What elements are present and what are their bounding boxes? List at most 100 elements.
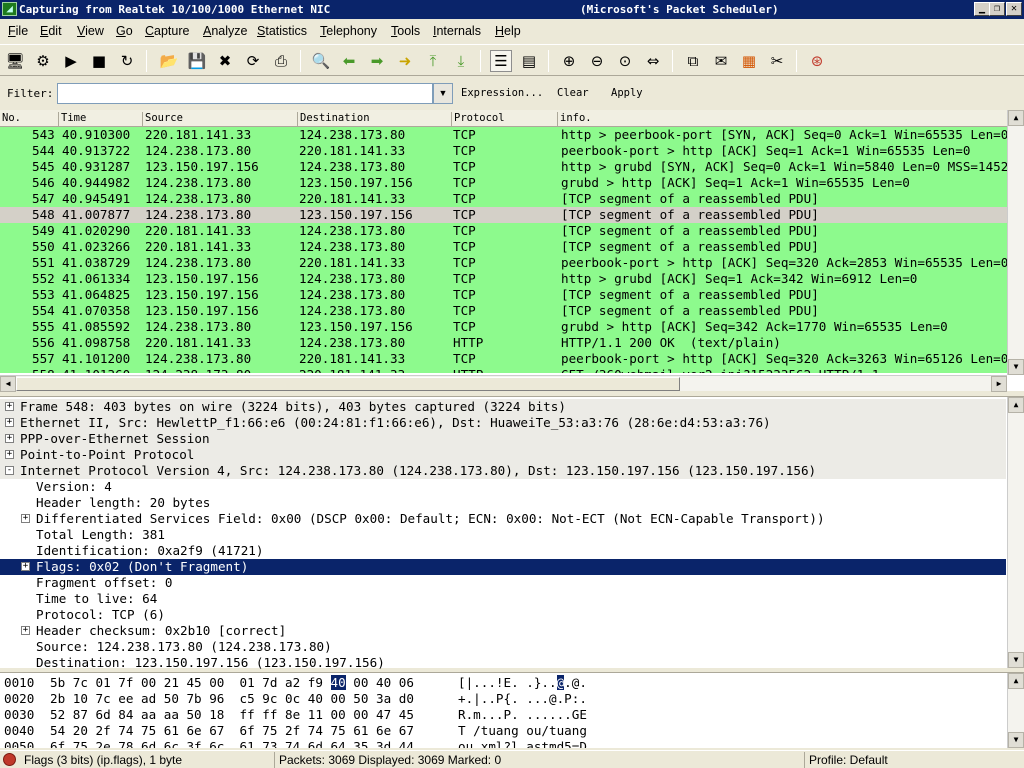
restore-button[interactable]: ❐ bbox=[989, 2, 1005, 16]
zoom-in-icon[interactable]: ⊕ bbox=[558, 50, 580, 72]
detail-row[interactable]: Fragment offset: 0 bbox=[0, 575, 1006, 591]
hscroll-thumb[interactable] bbox=[16, 377, 680, 391]
filter-dropdown-icon[interactable]: ▼ bbox=[433, 83, 453, 104]
detail-row[interactable]: Time to live: 64 bbox=[0, 591, 1006, 607]
menu-go[interactable]: Go bbox=[116, 24, 133, 38]
hex-row[interactable]: 0020 2b 10 7c ee ad 50 7b 96 c5 9c 0c 40 … bbox=[0, 691, 1006, 707]
expand-icon[interactable]: + bbox=[5, 402, 14, 411]
colorize-icon[interactable]: ☰ bbox=[490, 50, 512, 72]
normal-size-icon[interactable]: ⊙ bbox=[614, 50, 636, 72]
expand-icon[interactable]: + bbox=[5, 434, 14, 443]
reload-icon[interactable]: ⟳ bbox=[242, 50, 264, 72]
start-icon[interactable]: ▶ bbox=[60, 50, 82, 72]
collapse-icon[interactable]: - bbox=[5, 466, 14, 475]
expression-button[interactable]: Expression... bbox=[461, 87, 543, 99]
detail-row[interactable]: + PPP-over-Ethernet Session bbox=[0, 431, 1006, 447]
hex-row[interactable]: 0050 6f 75 2e 78 6d 6c 3f 6c 61 73 74 6d … bbox=[0, 739, 1006, 748]
packet-row[interactable]: 550 41.023266 220.181.141.33 124.238.173.80… bbox=[0, 239, 1007, 255]
print-icon[interactable]: ⎙ bbox=[270, 50, 292, 72]
column-no[interactable]: No. bbox=[0, 112, 58, 127]
detail-row[interactable]: + Point-to-Point Protocol bbox=[0, 447, 1006, 463]
forward-icon[interactable]: ➡ bbox=[366, 50, 388, 72]
detail-row[interactable]: + Header checksum: 0x2b10 [correct] bbox=[0, 623, 1006, 639]
scroll-up-icon[interactable]: ▲ bbox=[1008, 397, 1024, 413]
packet-row[interactable]: 552 41.061334 123.150.197.156 124.238.173.8… bbox=[0, 271, 1007, 287]
menu-analyze[interactable]: Analyze bbox=[203, 24, 247, 38]
preferences-icon[interactable]: ✂ bbox=[766, 50, 788, 72]
detail-row[interactable]: Header length: 20 bytes bbox=[0, 495, 1006, 511]
scroll-down-icon[interactable]: ▼ bbox=[1008, 652, 1024, 668]
packet-row[interactable]: 557 41.101200 124.238.173.80 220.181.141.33… bbox=[0, 351, 1007, 367]
status-profile[interactable]: Profile: Default bbox=[804, 752, 1024, 768]
restart-icon[interactable]: ↻ bbox=[116, 50, 138, 72]
menu-tools[interactable]: Tools bbox=[391, 24, 420, 38]
detail-row[interactable]: Identification: 0xa2f9 (41721) bbox=[0, 543, 1006, 559]
packet-row[interactable]: 543 40.910300 220.181.141.33 124.238.173.80… bbox=[0, 127, 1007, 143]
detail-row[interactable]: Protocol: TCP (6) bbox=[0, 607, 1006, 623]
help-icon[interactable]: ⊛ bbox=[806, 50, 828, 72]
packet-row[interactable]: 551 41.038729 124.238.173.80 220.181.141.33… bbox=[0, 255, 1007, 271]
menu-internals[interactable]: Internals bbox=[433, 24, 481, 38]
options-icon[interactable]: ⚙ bbox=[32, 50, 54, 72]
packet-row[interactable]: 549 41.020290 220.181.141.33 124.238.173.80… bbox=[0, 223, 1007, 239]
packet-row[interactable]: 545 40.931287 123.150.197.156 124.238.173.8… bbox=[0, 159, 1007, 175]
packet-row-selected[interactable]: 548 41.007877 124.238.173.80 123.150.197.15… bbox=[0, 207, 1007, 223]
autoscroll-icon[interactable]: ▤ bbox=[518, 50, 540, 72]
packet-row[interactable]: 554 41.070358 123.150.197.156 124.238.173.8… bbox=[0, 303, 1007, 319]
packet-row[interactable]: 546 40.944982 124.238.173.80 123.150.197.15… bbox=[0, 175, 1007, 191]
first-icon[interactable]: ⤒ bbox=[422, 50, 444, 72]
detail-row-selected[interactable]: + Flags: 0x02 (Don't Fragment) bbox=[0, 559, 1006, 575]
interfaces-icon[interactable]: 🖥 bbox=[4, 50, 26, 72]
expand-icon[interactable]: + bbox=[21, 562, 30, 571]
expand-icon[interactable]: + bbox=[21, 626, 30, 635]
detail-row[interactable]: + Ethernet II, Src: HewlettP_f1:66:e6 (00… bbox=[0, 415, 1006, 431]
column-time[interactable]: Time bbox=[58, 112, 142, 127]
hex-row[interactable]: 0030 52 87 6d 84 aa aa 50 18 ff ff 8e 11 … bbox=[0, 707, 1006, 723]
apply-button[interactable]: Apply bbox=[611, 87, 643, 99]
packet-row[interactable]: 558 41.101360124.238.173.80220.181.141.33… bbox=[0, 367, 1007, 373]
column-protocol[interactable]: Protocol bbox=[451, 112, 557, 127]
detail-row[interactable]: Total Length: 381 bbox=[0, 527, 1006, 543]
find-icon[interactable]: 🔍 bbox=[310, 50, 332, 72]
menu-telephony[interactable]: Telephony bbox=[320, 24, 377, 38]
packet-row[interactable]: 555 41.085592 124.238.173.80 123.150.197.15… bbox=[0, 319, 1007, 335]
capture-filters-icon[interactable]: ⧉ bbox=[682, 50, 704, 72]
detail-row[interactable]: + Differentiated Services Field: 0x00 (DS… bbox=[0, 511, 1006, 527]
scroll-right-icon[interactable]: ▶ bbox=[991, 376, 1007, 392]
expand-icon[interactable]: + bbox=[21, 514, 30, 523]
expand-icon[interactable]: + bbox=[5, 450, 14, 459]
scroll-left-icon[interactable]: ◀ bbox=[0, 376, 16, 392]
packet-row[interactable]: 544 40.913722 124.238.173.80 220.181.141.33… bbox=[0, 143, 1007, 159]
scroll-down-icon[interactable]: ▼ bbox=[1008, 732, 1024, 748]
resize-columns-icon[interactable]: ⇔ bbox=[642, 50, 664, 72]
menu-help[interactable]: Help bbox=[495, 24, 521, 38]
expand-icon[interactable]: + bbox=[5, 418, 14, 427]
detail-row[interactable]: + Frame 548: 403 bytes on wire (3224 bits… bbox=[0, 399, 1006, 415]
menu-file[interactable]: File bbox=[8, 24, 28, 38]
display-filters-icon[interactable]: ✉ bbox=[710, 50, 732, 72]
detail-row[interactable]: - Internet Protocol Version 4, Src: 124.2… bbox=[0, 463, 1006, 479]
column-info[interactable]: info. bbox=[557, 112, 1007, 127]
packet-row[interactable]: 553 41.064825 123.150.197.156 124.238.173.8… bbox=[0, 287, 1007, 303]
menu-statistics[interactable]: Statistics bbox=[257, 24, 307, 38]
detail-row[interactable]: Source: 124.238.173.80 (124.238.173.80) bbox=[0, 639, 1006, 655]
stop-icon[interactable]: ■ bbox=[88, 50, 110, 72]
menu-capture[interactable]: Capture bbox=[145, 24, 189, 38]
open-icon[interactable]: 📂 bbox=[158, 50, 180, 72]
column-source[interactable]: Source bbox=[142, 112, 297, 127]
details-vscrollbar[interactable]: ▲ ▼ bbox=[1007, 397, 1024, 668]
packet-list-vscrollbar[interactable]: ▲ ▼ bbox=[1007, 110, 1024, 375]
minimize-button[interactable]: ▁ bbox=[974, 2, 990, 16]
coloring-rules-icon[interactable]: ▦ bbox=[738, 50, 760, 72]
clear-button[interactable]: Clear bbox=[557, 87, 589, 99]
packet-row[interactable]: 547 40.945491 124.238.173.80 220.181.141.33… bbox=[0, 191, 1007, 207]
packet-list-hscrollbar[interactable]: ◀ ▶ bbox=[0, 375, 1007, 392]
close-icon[interactable]: ✖ bbox=[214, 50, 236, 72]
detail-row[interactable]: Destination: 123.150.197.156 (123.150.19… bbox=[0, 655, 1006, 671]
packet-row[interactable]: 556 41.098758 220.181.141.33 124.238.173.80… bbox=[0, 335, 1007, 351]
menu-edit[interactable]: Edit bbox=[40, 24, 62, 38]
bytes-vscrollbar[interactable]: ▲ ▼ bbox=[1007, 673, 1024, 748]
filter-input[interactable] bbox=[57, 83, 433, 104]
zoom-out-icon[interactable]: ⊖ bbox=[586, 50, 608, 72]
last-icon[interactable]: ⤓ bbox=[450, 50, 472, 72]
